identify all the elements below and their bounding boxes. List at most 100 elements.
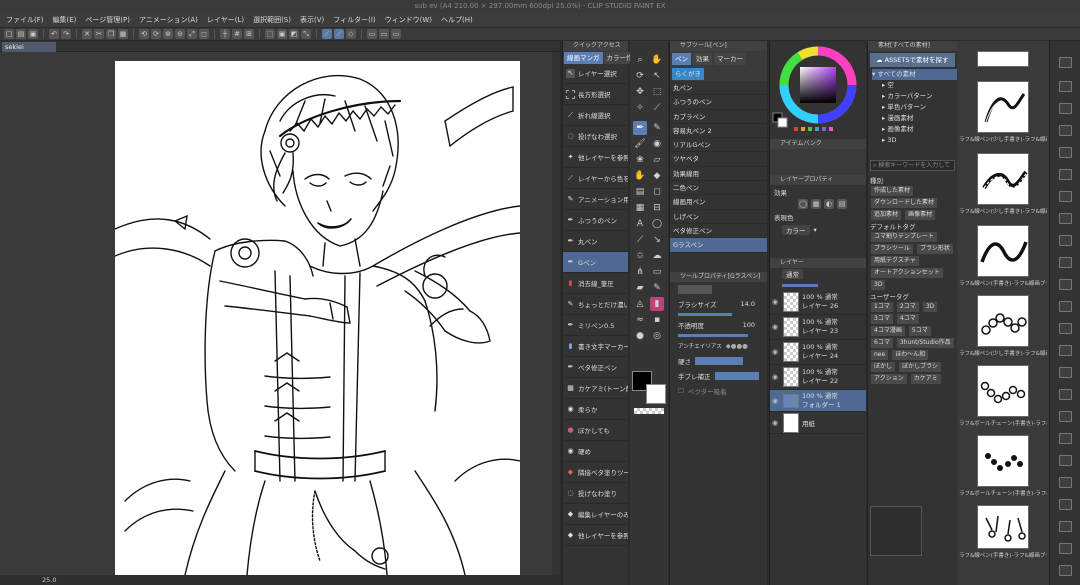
- pen-tool-icon[interactable]: ✒: [633, 121, 647, 135]
- new-icon[interactable]: ▢: [4, 29, 14, 39]
- tag-button[interactable]: アクション: [871, 374, 907, 384]
- quick-item[interactable]: 長方形選択: [563, 84, 628, 105]
- blob-tool-icon[interactable]: ●: [633, 329, 647, 343]
- line-tool-icon[interactable]: ↘: [650, 233, 664, 247]
- figure-tool-icon[interactable]: ◻: [650, 185, 664, 199]
- eyedropper-tool-icon[interactable]: ⟋: [650, 101, 664, 115]
- brush-item[interactable]: 効果線用: [670, 167, 767, 182]
- tree-item[interactable]: ▸ カラーパターン: [872, 91, 957, 102]
- effect-tone-icon[interactable]: ▦: [811, 199, 821, 209]
- tag-button[interactable]: 2コマ: [896, 302, 919, 312]
- quick-item[interactable]: ◆編集レイヤーのみ参照: [563, 504, 628, 525]
- water-tool-icon[interactable]: ≈: [633, 313, 647, 327]
- ruler-tool-icon[interactable]: ⊟: [650, 201, 664, 215]
- fit-icon[interactable]: ⤢: [187, 29, 197, 39]
- menu-layer[interactable]: レイヤー(L): [207, 15, 244, 25]
- tag-button[interactable]: 3hunt/Studio作品: [896, 338, 954, 348]
- snap-special-icon[interactable]: ⊞: [244, 29, 254, 39]
- quick-item[interactable]: ✒ ミリペン0.5: [563, 315, 628, 336]
- quick-item[interactable]: ✒ ふつうのペン: [563, 210, 628, 231]
- tag-button[interactable]: 1コマ: [871, 302, 893, 312]
- tag-button[interactable]: 6コマ: [871, 338, 893, 348]
- brush-tool-icon[interactable]: 🖌: [633, 137, 647, 151]
- antialias-row[interactable]: アンチエイリアス ◆●●●: [670, 340, 767, 353]
- menu-selection[interactable]: 選択範囲(S): [253, 15, 291, 25]
- menu-help[interactable]: ヘルプ(H): [441, 15, 473, 25]
- eye-icon[interactable]: ◉: [770, 348, 780, 356]
- panel-toggle-icon[interactable]: [1059, 169, 1072, 180]
- panel-toggle-icon[interactable]: [1059, 521, 1072, 532]
- canvas-paper[interactable]: [115, 61, 520, 575]
- tag-button[interactable]: ぼかし: [871, 362, 896, 372]
- tag-button[interactable]: 4コマ漫画: [871, 326, 905, 336]
- brush-item-selected[interactable]: Gラスペン: [670, 238, 767, 253]
- auto-select-icon[interactable]: ✧: [633, 101, 647, 115]
- open-icon[interactable]: ▤: [16, 29, 26, 39]
- quick-item[interactable]: ● ぼかしても: [563, 420, 628, 441]
- tag-button[interactable]: 3D: [871, 280, 886, 290]
- gradient-tool-icon[interactable]: ▤: [633, 185, 647, 199]
- move-layer-icon[interactable]: ✥: [633, 85, 647, 99]
- tag-button[interactable]: 画像素材: [905, 210, 936, 220]
- quick-item[interactable]: ◌ 投げなわ塗り: [563, 483, 628, 504]
- layer-row[interactable]: ◉ 100 % 通常 レイヤー 22: [770, 365, 866, 390]
- brush-item[interactable]: 二色ペン: [670, 181, 767, 196]
- panel-toggle-icon[interactable]: [1059, 477, 1072, 488]
- quick-item[interactable]: ✒ ベタ修正ペン: [563, 357, 628, 378]
- rotate-tool-icon[interactable]: ⟳: [633, 69, 647, 83]
- brush-item[interactable]: ふつうのペン: [670, 95, 767, 110]
- hardness-row[interactable]: 硬さ: [670, 353, 767, 370]
- material-thumb[interactable]: [959, 51, 1047, 67]
- quick-item[interactable]: ◉ 硬め: [563, 441, 628, 462]
- vector-snap-row[interactable]: ☐ ベクター吸着: [670, 383, 767, 400]
- layer-row[interactable]: ◉ 100 % 通常 レイヤー 23: [770, 315, 866, 340]
- cube-tool-icon[interactable]: ▭: [650, 265, 664, 279]
- quick-item[interactable]: ⟋レイヤーから色を取得: [563, 168, 628, 189]
- panel-toggle-icon[interactable]: [1059, 257, 1072, 268]
- airbrush-tool-icon[interactable]: ◉: [650, 137, 664, 151]
- quick-item[interactable]: ✦他レイヤーを参照選択: [563, 147, 628, 168]
- brush-item[interactable]: ツヤベタ: [670, 152, 767, 167]
- brush-size-row[interactable]: ブラシサイズ 14.0: [670, 298, 767, 311]
- document-tab[interactable]: sekiei: [2, 42, 56, 52]
- layer-row[interactable]: ◉ 用紙: [770, 412, 866, 434]
- selection-icon[interactable]: ⬚: [265, 29, 275, 39]
- sub-tab-pen[interactable]: ペン: [672, 53, 691, 65]
- paste-icon[interactable]: ▦: [118, 29, 128, 39]
- panel-toggle-icon[interactable]: [1059, 191, 1072, 202]
- color-wheel[interactable]: [770, 41, 867, 139]
- panel-toggle-icon[interactable]: [1059, 433, 1072, 444]
- tree-item-all[interactable]: ▾ すべての素材: [872, 69, 957, 80]
- blend-mode-row[interactable]: 通常: [770, 268, 866, 280]
- grass-tool-icon[interactable]: ⋔: [633, 265, 647, 279]
- fill-tool-icon[interactable]: ◆: [650, 169, 664, 183]
- material-thumb[interactable]: ラフ&線ペン(少し手書き)-ラフ&線画ブラシ: [959, 153, 1047, 215]
- layer-row[interactable]: ◉ 100 % 通常 レイヤー 24: [770, 340, 866, 365]
- menu-animation[interactable]: アニメーション(A): [139, 15, 198, 25]
- panel-toggle-icon[interactable]: [1059, 455, 1072, 466]
- tag-button[interactable]: コマ割りテンプレート: [871, 232, 937, 242]
- material-thumb[interactable]: ラフ&ボールチェーン(手書き)-ラフ&線画: [959, 365, 1047, 427]
- brush-item[interactable]: リアルGペン: [670, 138, 767, 153]
- brush-item[interactable]: しげペン: [670, 210, 767, 224]
- dot-tool-icon[interactable]: ▪: [650, 313, 664, 327]
- tree-item[interactable]: ▸ 空: [872, 80, 957, 91]
- sub-tab-doodle[interactable]: らくがき: [672, 68, 704, 80]
- color-mix-icon[interactable]: ▮: [650, 297, 664, 311]
- quick-item[interactable]: ◌ 投げなわ選択: [563, 126, 628, 147]
- zoom-tool-icon[interactable]: ⌕: [633, 53, 647, 67]
- panel-toggle-icon[interactable]: [1059, 367, 1072, 378]
- brush-item[interactable]: カブラペン: [670, 110, 767, 124]
- tag-button[interactable]: カケアミ: [910, 374, 941, 384]
- expression-color-select[interactable]: カラー ▾: [770, 223, 866, 236]
- canvas-vertical-scrollbar[interactable]: [552, 52, 560, 575]
- redo-icon[interactable]: ↷: [61, 29, 71, 39]
- cloud-tool-icon[interactable]: ☁: [650, 249, 664, 263]
- quick-tab-lineart[interactable]: 線画マンガ: [564, 52, 603, 64]
- rotate-left-icon[interactable]: ⟲: [139, 29, 149, 39]
- snap-ruler-icon[interactable]: ┼: [220, 29, 230, 39]
- quick-item[interactable]: ▮ 書き文字マーカー: [563, 336, 628, 357]
- actual-size-icon[interactable]: ◻: [199, 29, 209, 39]
- zoom-in-icon[interactable]: ⊕: [163, 29, 173, 39]
- stroke-mode-c-icon[interactable]: ◇: [346, 29, 356, 39]
